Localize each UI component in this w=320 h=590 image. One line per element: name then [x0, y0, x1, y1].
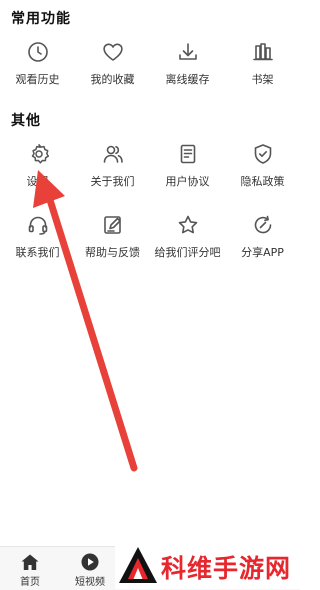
watermark-text: 科维手游网: [161, 554, 292, 583]
tab-short-video[interactable]: 短视频: [60, 547, 120, 590]
menu-item-label: 给我们评分吧: [154, 246, 221, 259]
shield-check-icon: [251, 142, 275, 166]
menu-item-label: 帮助与反馈: [85, 246, 140, 259]
star-icon: [176, 213, 200, 237]
bookshelf-icon: [251, 40, 275, 64]
menu-item-help-feedback[interactable]: 帮助与反馈: [75, 213, 150, 269]
tab-label: 首页: [20, 577, 40, 588]
menu-item-bookshelf[interactable]: 书架: [225, 40, 300, 96]
menu-item-label: 设置: [26, 175, 49, 188]
menu-item-label: 我的收藏: [90, 73, 135, 86]
menu-item-label: 用户协议: [165, 175, 210, 188]
menu-item-label: 隐私政策: [240, 175, 285, 188]
menu-item-label: 离线缓存: [165, 73, 210, 86]
download-icon: [176, 40, 200, 64]
section-title-other: 其他: [11, 113, 41, 129]
menu-item-rate-us[interactable]: 给我们评分吧: [150, 213, 225, 269]
menu-item-label: 联系我们: [15, 246, 60, 259]
tab-label: 短视频: [75, 577, 105, 588]
menu-item-watch-history[interactable]: 观看历史: [0, 40, 75, 96]
gear-icon: [27, 142, 51, 166]
heart-icon: [101, 40, 125, 64]
menu-item-label: 关于我们: [90, 175, 135, 188]
menu-item-share-app[interactable]: 分享APP: [225, 213, 300, 269]
menu-item-label: 分享APP: [241, 246, 284, 259]
section-title-common: 常用功能: [11, 11, 71, 27]
menu-item-favorites[interactable]: 我的收藏: [75, 40, 150, 96]
menu-item-offline-cache[interactable]: 离线缓存: [150, 40, 225, 96]
watermark-logo-icon: [118, 546, 158, 584]
home-icon: [20, 553, 40, 571]
menu-item-label: 观看历史: [15, 73, 60, 86]
menu-item-about-us[interactable]: 关于我们: [75, 142, 150, 198]
document-icon: [176, 142, 200, 166]
users-icon: [101, 142, 125, 166]
clock-icon: [26, 40, 50, 64]
share-icon: [251, 213, 275, 237]
menu-item-contact-us[interactable]: 联系我们: [0, 213, 75, 269]
menu-item-label: 书架: [251, 73, 274, 86]
menu-item-privacy-policy[interactable]: 隐私政策: [225, 142, 300, 198]
tab-home[interactable]: 首页: [0, 547, 60, 590]
watermark: 科维手游网: [115, 540, 300, 589]
headset-icon: [26, 213, 50, 237]
menu-item-settings[interactable]: 设置: [0, 142, 75, 198]
play-icon: [80, 553, 100, 571]
menu-item-user-agreement[interactable]: 用户协议: [150, 142, 225, 198]
edit-icon: [101, 213, 125, 237]
